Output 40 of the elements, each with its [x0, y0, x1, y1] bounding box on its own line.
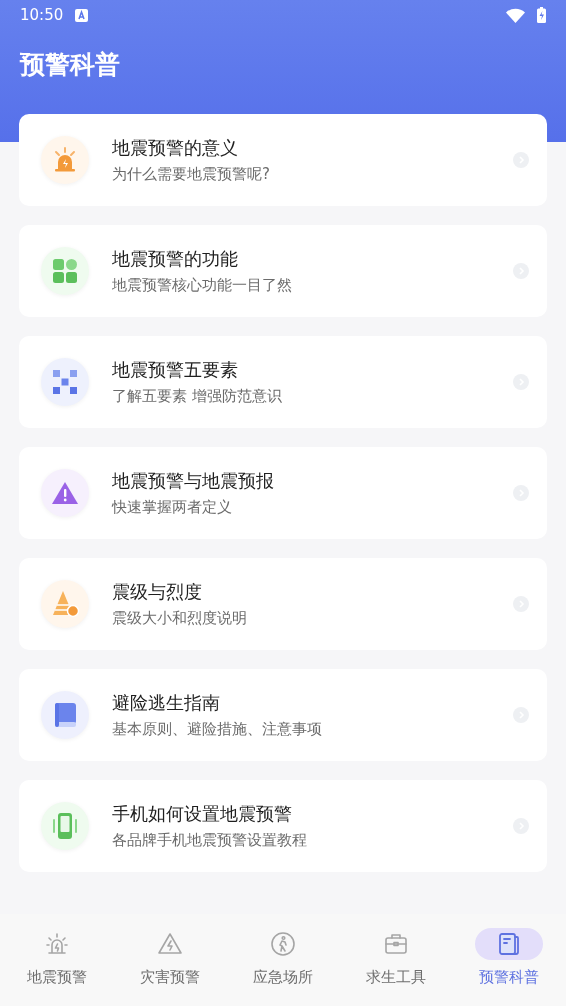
pyramid-coin-icon	[50, 589, 80, 619]
app-notification-icon	[75, 8, 89, 22]
checker-icon	[52, 369, 78, 395]
topic-card[interactable]: 震级与烈度 震级大小和烈度说明	[19, 558, 547, 650]
app-grid-icon	[51, 257, 79, 285]
walking-person-icon	[270, 931, 296, 957]
siren-icon	[43, 931, 70, 957]
topic-card[interactable]: 地震预警的意义 为什么需要地震预警呢?	[19, 114, 547, 206]
card-title: 地震预警的意义	[112, 136, 239, 160]
card-subtitle: 为什么需要地震预警呢?	[112, 164, 271, 184]
card-subtitle: 了解五要素 增强防范意识	[112, 386, 283, 406]
nav-tab[interactable]: 灾害预警	[113, 928, 227, 1006]
card-title: 手机如何设置地震预警	[112, 802, 293, 826]
topic-card[interactable]: 地震预警的功能 地震预警核心功能一目了然	[19, 225, 547, 317]
topic-card[interactable]: 避险逃生指南 基本原则、避险措施、注意事项	[19, 669, 547, 761]
warning-icon	[51, 480, 79, 506]
wifi-icon	[506, 7, 525, 23]
card-title: 避险逃生指南	[112, 691, 221, 715]
card-title: 地震预警五要素	[112, 358, 239, 382]
topic-card[interactable]: 手机如何设置地震预警 各品牌手机地震预警设置教程	[19, 780, 547, 872]
lightning-triangle-icon	[156, 931, 183, 957]
status-time: 10:50	[20, 4, 64, 26]
card-subtitle: 地震预警核心功能一目了然	[112, 275, 293, 295]
page-title: 预警科普	[20, 49, 121, 81]
toolbox-icon	[383, 931, 410, 957]
vibrating-phone-icon	[50, 811, 80, 841]
battery-icon	[537, 7, 546, 23]
card-subtitle: 基本原则、避险措施、注意事项	[112, 719, 323, 739]
card-title: 地震预警与地震预报	[112, 469, 275, 493]
nav-tab[interactable]: 预警科普	[452, 928, 566, 1006]
topic-card[interactable]: 地震预警与地震预报 快速掌握两者定义	[19, 447, 547, 539]
card-subtitle: 震级大小和烈度说明	[112, 608, 248, 628]
nav-tab[interactable]: 求生工具	[339, 928, 453, 1006]
card-title: 地震预警的功能	[112, 247, 239, 271]
card-subtitle: 各品牌手机地震预警设置教程	[112, 830, 308, 850]
card-title: 震级与烈度	[112, 580, 203, 604]
nav-tab[interactable]: 应急场所	[226, 928, 340, 1006]
card-subtitle: 快速掌握两者定义	[112, 497, 233, 517]
nav-tab[interactable]: 地震预警	[0, 928, 114, 1006]
topic-card[interactable]: 地震预警五要素 了解五要素 增强防范意识	[19, 336, 547, 428]
